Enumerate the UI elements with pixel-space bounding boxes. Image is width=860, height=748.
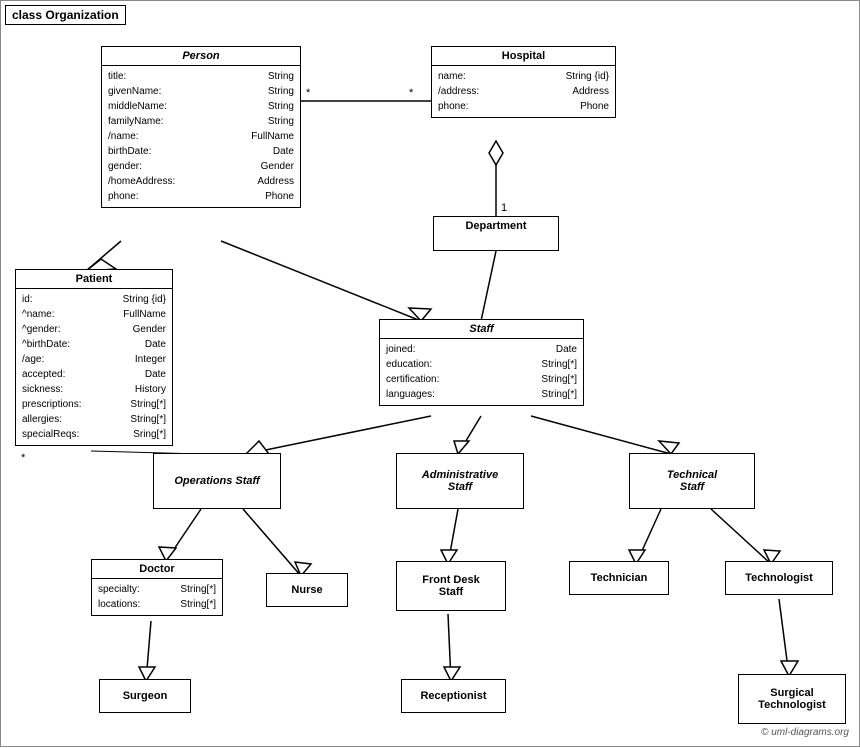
patient-class: Patient id:String {id} ^name:FullName ^g… bbox=[15, 269, 173, 446]
person-title: Person bbox=[102, 47, 300, 66]
surgical-tech-title: SurgicalTechnologist bbox=[754, 683, 830, 715]
department-class: Department bbox=[433, 216, 559, 251]
doctor-class: Doctor specialty:String[*] locations:Str… bbox=[91, 559, 223, 616]
technician-class: Technician bbox=[569, 561, 669, 595]
svg-text:*: * bbox=[21, 452, 26, 464]
patient-attrs: id:String {id} ^name:FullName ^gender:Ge… bbox=[16, 289, 172, 445]
patient-title: Patient bbox=[16, 270, 172, 289]
person-attrs: title:String givenName:String middleName… bbox=[102, 66, 300, 207]
technologist-class: Technologist bbox=[725, 561, 833, 595]
admin-staff-class: AdministrativeStaff bbox=[396, 453, 524, 509]
svg-text:1: 1 bbox=[501, 202, 507, 214]
receptionist-class: Receptionist bbox=[401, 679, 506, 713]
technologist-title: Technologist bbox=[740, 569, 818, 587]
copyright: © uml-diagrams.org bbox=[761, 727, 849, 738]
tech-staff-title: TechnicalStaff bbox=[663, 465, 721, 497]
admin-staff-title: AdministrativeStaff bbox=[418, 465, 502, 497]
person-class: Person title:String givenName:String mid… bbox=[101, 46, 301, 208]
nurse-title: Nurse bbox=[286, 581, 327, 599]
staff-attrs: joined:Date education:String[*] certific… bbox=[380, 339, 583, 405]
operations-staff-class: Operations Staff bbox=[153, 453, 281, 509]
technician-title: Technician bbox=[586, 569, 653, 587]
svg-text:*: * bbox=[409, 87, 414, 99]
staff-class: Staff joined:Date education:String[*] ce… bbox=[379, 319, 584, 406]
hospital-class: Hospital name:String {id} /address:Addre… bbox=[431, 46, 616, 118]
receptionist-title: Receptionist bbox=[415, 687, 491, 705]
surgeon-class: Surgeon bbox=[99, 679, 191, 713]
surgeon-title: Surgeon bbox=[118, 687, 173, 705]
front-desk-title: Front DeskStaff bbox=[418, 570, 483, 602]
operations-staff-title: Operations Staff bbox=[170, 471, 263, 491]
doctor-title: Doctor bbox=[92, 560, 222, 579]
doctor-attrs: specialty:String[*] locations:String[*] bbox=[92, 579, 222, 615]
diagram-title: class Organization bbox=[5, 5, 126, 25]
tech-staff-class: TechnicalStaff bbox=[629, 453, 755, 509]
svg-text:*: * bbox=[306, 87, 311, 99]
hospital-title: Hospital bbox=[432, 47, 615, 66]
nurse-class: Nurse bbox=[266, 573, 348, 607]
department-title: Department bbox=[434, 217, 558, 235]
front-desk-staff-class: Front DeskStaff bbox=[396, 561, 506, 611]
staff-title: Staff bbox=[380, 320, 583, 339]
surgical-tech-class: SurgicalTechnologist bbox=[738, 674, 846, 724]
hospital-attrs: name:String {id} /address:Address phone:… bbox=[432, 66, 615, 117]
uml-diagram: class Organization * * 1 * * * bbox=[0, 0, 860, 747]
